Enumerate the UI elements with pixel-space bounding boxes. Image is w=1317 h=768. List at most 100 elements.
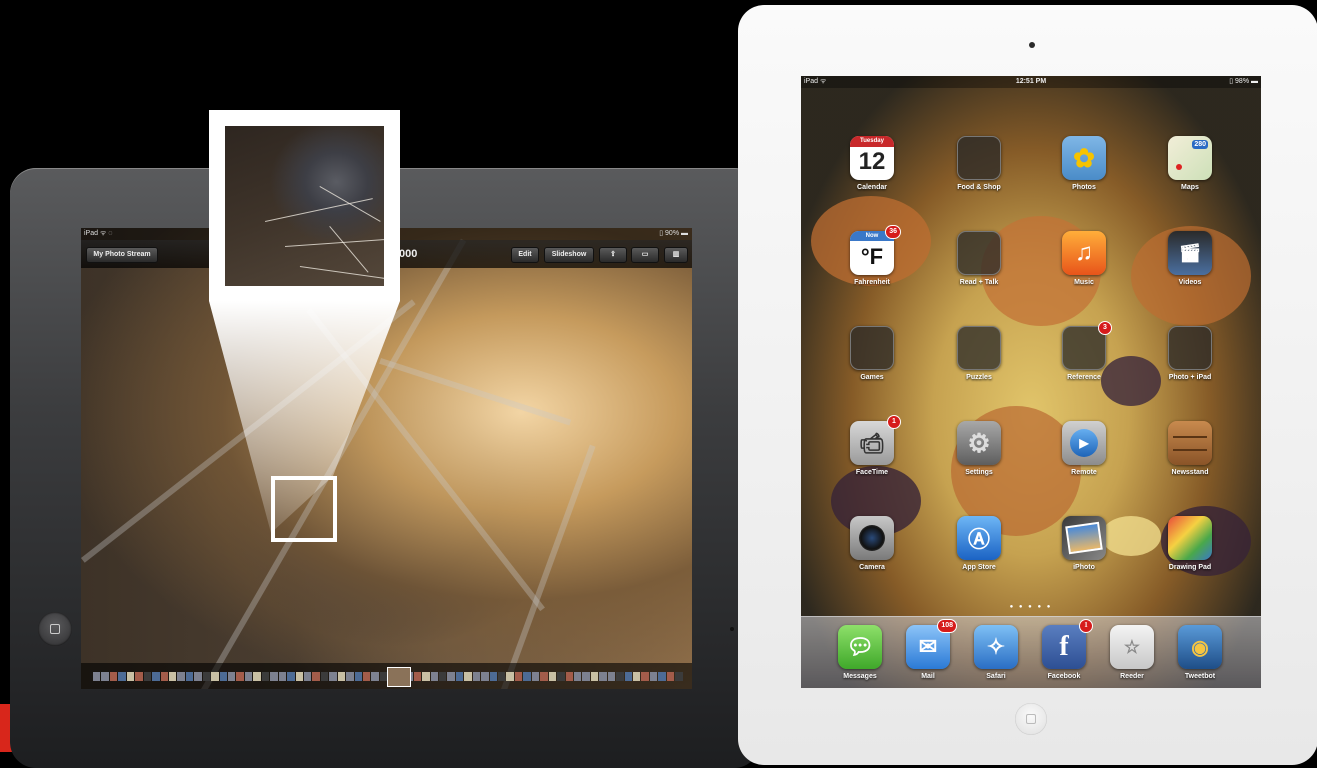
app-label: Remote (1071, 469, 1097, 476)
fahrenheit-icon: Now °F 36 (850, 225, 901, 275)
robot-bird-icon: ◉ (1178, 625, 1222, 669)
app-label: Photo + iPad (1168, 374, 1212, 381)
home-screen: iPad ᯤ 12:51 PM ▯ 98% ▬ Tuesday 12 Calen… (801, 76, 1261, 688)
gear-icon: ⚙ (957, 421, 1001, 465)
ipad-white-device: iPad ᯤ 12:51 PM ▯ 98% ▬ Tuesday 12 Calen… (738, 5, 1317, 765)
app-label: Fahrenheit (854, 279, 890, 286)
app-maps[interactable]: 280 Maps (1155, 136, 1225, 191)
camera-lens-icon (850, 516, 894, 560)
app-label: Music (1074, 279, 1094, 286)
folder-icon (1168, 326, 1212, 370)
folder-icon (850, 326, 894, 370)
remote-play-icon: ▶ (1062, 421, 1106, 465)
sunflower-icon: ✿ (1062, 136, 1106, 180)
app-reference[interactable]: 3 Reference (1049, 321, 1119, 381)
app-label: Photos (1072, 184, 1096, 191)
app-drawing-pad[interactable]: Drawing Pad (1155, 516, 1225, 571)
trash-button[interactable]: ▥ (664, 247, 688, 263)
share-icon: ⇪ (610, 251, 616, 258)
airplay-button[interactable]: ▭ (631, 247, 659, 263)
app-label: Settings (965, 469, 993, 476)
app-facetime[interactable]: 📹︎ 1 FaceTime (837, 415, 907, 476)
envelope-icon: ✉ 108 (906, 619, 957, 669)
app-label: Tweetbot (1184, 673, 1216, 680)
app-label: Camera (859, 564, 885, 571)
app-label: Games (860, 374, 884, 381)
app-label: App Store (962, 564, 996, 571)
video-camera-icon: 📹︎ 1 (850, 415, 901, 465)
folder-icon (957, 231, 1001, 275)
app-remote[interactable]: ▶ Remote (1049, 421, 1119, 476)
share-button[interactable]: ⇪ (599, 247, 627, 263)
app-label: Newsstand (1171, 469, 1209, 476)
app-games[interactable]: Games (837, 326, 907, 381)
airplay-icon: ▭ (641, 251, 649, 258)
app-read-talk[interactable]: Read + Talk (944, 231, 1014, 286)
edit-button[interactable]: Edit (511, 247, 539, 263)
app-fahrenheit[interactable]: Now °F 36 Fahrenheit (837, 225, 907, 286)
app-videos[interactable]: 🎬︎ Videos (1155, 231, 1225, 286)
app-label: Mail (921, 673, 935, 680)
dock-messages[interactable]: 💬︎ Messages (825, 625, 895, 680)
app-label: Messages (843, 673, 877, 680)
app-food-and-shop[interactable]: Food & Shop (944, 136, 1014, 191)
speech-bubble-icon: 💬︎ (838, 625, 882, 669)
folder-icon (957, 326, 1001, 370)
app-camera[interactable]: Camera (837, 516, 907, 571)
app-settings[interactable]: ⚙ Settings (944, 421, 1014, 476)
app-photo-ipad[interactable]: Photo + iPad (1155, 326, 1225, 381)
calendar-icon: Tuesday 12 (850, 136, 894, 180)
clapperboard-icon: 🎬︎ (1168, 231, 1212, 275)
app-newsstand[interactable]: Newsstand (1155, 421, 1225, 476)
battery-status: ▯ 98% ▬ (1229, 78, 1258, 85)
app-label: Food & Shop (957, 184, 1001, 191)
dock-safari[interactable]: ✧ Safari (961, 625, 1031, 680)
thumbnail-filmstrip[interactable] (81, 663, 692, 689)
notification-badge: 3 (1098, 321, 1112, 335)
app-music[interactable]: ♫ Music (1049, 231, 1119, 286)
app-label: Read + Talk (959, 279, 999, 286)
dock-mail[interactable]: ✉ 108 Mail (893, 619, 963, 680)
zoomed-fur-detail (225, 126, 384, 286)
home-square-icon (50, 624, 60, 634)
notification-badge: 1 (887, 415, 901, 429)
trash-icon: ▥ (672, 251, 680, 258)
dock-tweetbot[interactable]: ◉ Tweetbot (1165, 625, 1235, 680)
photo-title: 000 (399, 248, 418, 260)
notification-badge: 108 (937, 619, 957, 633)
map-road-sign: 280 (1192, 140, 1208, 149)
dock-facebook[interactable]: f 1 Facebook (1029, 619, 1099, 680)
map-icon: 280 (1168, 136, 1212, 180)
app-puzzles[interactable]: Puzzles (944, 326, 1014, 381)
home-button[interactable] (38, 612, 72, 646)
status-left: iPad ᯤ ◌ (84, 230, 113, 237)
app-label: FaceTime (855, 469, 889, 476)
app-photos[interactable]: ✿ Photos (1049, 136, 1119, 191)
app-calendar[interactable]: Tuesday 12 Calendar (837, 136, 907, 191)
camera-lens (1029, 42, 1035, 48)
current-thumbnail[interactable] (387, 667, 411, 687)
dock-reeder[interactable]: ☆ Reeder (1097, 625, 1167, 680)
notification-badge: 1 (1079, 619, 1093, 633)
zoom-source-box (271, 476, 337, 542)
app-label: Maps (1181, 184, 1199, 191)
slideshow-button[interactable]: Slideshow (544, 247, 594, 263)
home-square-icon (1026, 714, 1036, 724)
iphoto-icon (1062, 516, 1106, 560)
app-label: Drawing Pad (1168, 564, 1212, 571)
app-iphoto[interactable]: iPhoto (1049, 516, 1119, 571)
app-label: Puzzles (966, 374, 992, 381)
camera-lens (730, 627, 734, 631)
folder-icon: 3 (1062, 321, 1112, 370)
zoom-magnifier-frame (209, 110, 400, 301)
app-label: Reference (1067, 374, 1101, 381)
notification-badge: 36 (885, 225, 901, 239)
app-label: Safari (986, 673, 1006, 680)
page-indicator[interactable]: ● ● ● ● ● (801, 604, 1261, 610)
my-photo-stream-button[interactable]: My Photo Stream (86, 247, 158, 263)
calendar-date: 12 (858, 148, 886, 175)
app-app-store[interactable]: Ⓐ App Store (944, 516, 1014, 571)
battery-status: ▯ 90% ▬ (659, 230, 688, 237)
app-label: Reeder (1120, 673, 1144, 680)
home-button[interactable] (1015, 703, 1047, 735)
